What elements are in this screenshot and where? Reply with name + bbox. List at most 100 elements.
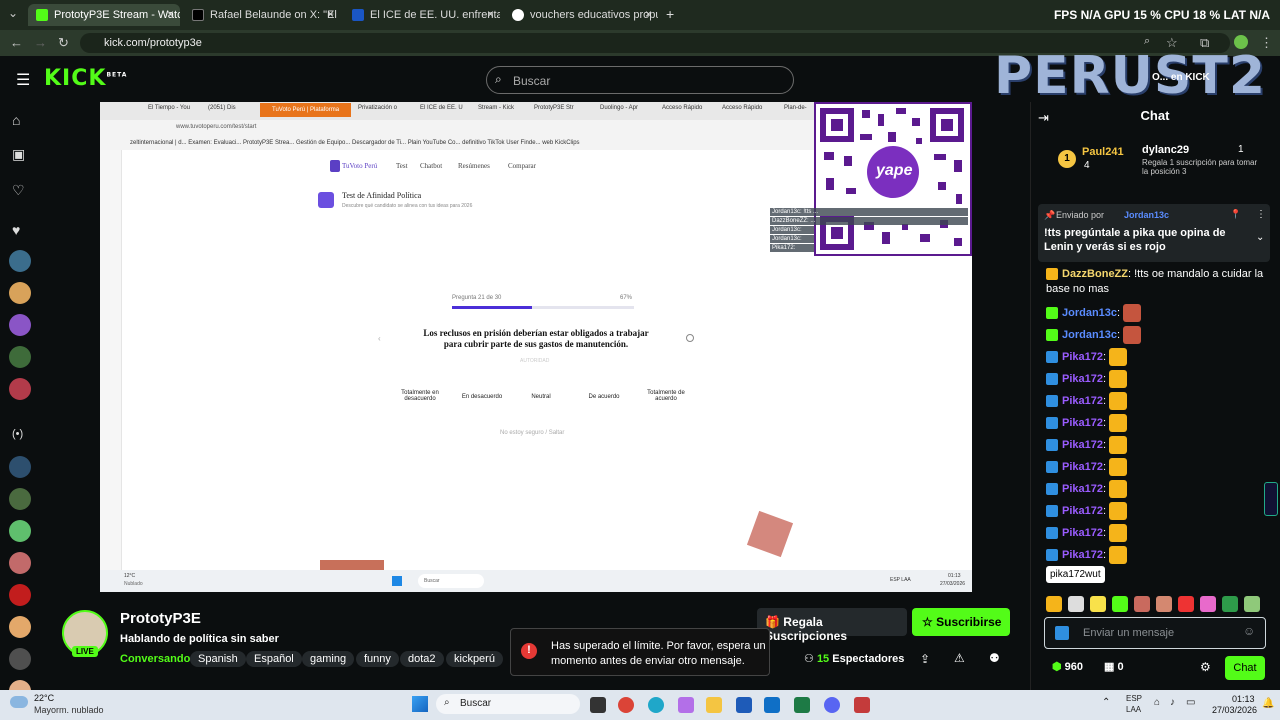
tray-lang[interactable]: ESP — [1126, 694, 1142, 703]
chat-emote-icon[interactable] — [1109, 524, 1128, 542]
clock-time[interactable]: 01:13 — [1232, 694, 1255, 704]
channel-avatar[interactable] — [9, 456, 31, 478]
option-agree[interactable]: De acuerdo — [576, 394, 632, 400]
emote-creature-icon[interactable] — [1244, 596, 1260, 612]
channel-avatar[interactable] — [9, 520, 31, 542]
discord-icon[interactable] — [824, 697, 840, 713]
tag-gaming[interactable]: gaming — [302, 651, 355, 667]
following-heart-icon[interactable]: ♡ — [12, 182, 25, 199]
chat-emote-icon[interactable] — [1123, 304, 1142, 322]
task-view-icon[interactable] — [590, 697, 606, 713]
chat-emote-icon[interactable] — [1109, 502, 1128, 520]
option-totally-agree[interactable]: Totalmente de acuerdo — [640, 390, 692, 402]
chrome-icon[interactable] — [618, 697, 634, 713]
gift-prompt[interactable]: Regala 1 suscripción para tomar la posic… — [1142, 158, 1262, 176]
channel-points[interactable]: ⬢ 960 — [1052, 660, 1083, 673]
emote-pika-icon[interactable] — [1090, 596, 1106, 612]
chat-username[interactable]: Pika172 — [1062, 483, 1103, 495]
pinned-menu-icon[interactable]: ⋮ — [1256, 209, 1266, 220]
store-icon[interactable] — [736, 697, 752, 713]
tab-kick[interactable]: PrototyP3E Stream - Watch Live × — [28, 4, 180, 26]
channel-avatar[interactable] — [9, 584, 31, 606]
emote-face-icon[interactable] — [1134, 596, 1150, 612]
chat-username[interactable]: Pika172 — [1062, 461, 1103, 473]
search-input[interactable]: ⌕ Buscar — [486, 66, 794, 94]
forward-icon[interactable]: → — [34, 35, 47, 50]
leader-name[interactable]: Paul241 — [1082, 146, 1124, 158]
chat-emote-icon[interactable] — [1123, 326, 1142, 344]
channel-avatar[interactable] — [9, 488, 31, 510]
close-tab-icon[interactable]: × — [645, 7, 652, 21]
chat-username[interactable]: Jordan13c — [1062, 329, 1117, 341]
chat-emote-icon[interactable] — [1109, 480, 1128, 498]
chat-username[interactable]: Pika172 — [1062, 351, 1103, 363]
chat-username[interactable]: Pika172 — [1062, 373, 1103, 385]
option-neutral[interactable]: Neutral — [516, 394, 566, 400]
tag-dota2[interactable]: dota2 — [400, 651, 444, 667]
tag-spanish[interactable]: Spanish — [190, 651, 246, 667]
report-icon[interactable]: ⚠ — [954, 651, 965, 665]
kick-emote-icon[interactable] — [1055, 626, 1069, 640]
chat-username[interactable]: Pika172 — [1062, 395, 1103, 407]
app-icon[interactable] — [854, 697, 870, 713]
windows-start-icon[interactable] — [412, 696, 428, 712]
reload-icon[interactable]: ↻ — [58, 35, 69, 51]
chat-emote-icon[interactable] — [1109, 348, 1128, 366]
option-totally-disagree[interactable]: Totalmente en desacuerdo — [392, 390, 448, 402]
chat-emote-icon[interactable] — [1109, 414, 1128, 432]
recommended-heart-icon[interactable]: ♥ — [12, 222, 20, 238]
tag-funny[interactable]: funny — [356, 651, 399, 667]
live-signal-icon[interactable]: (•) — [12, 428, 23, 440]
chat-username[interactable]: Pika172 — [1062, 505, 1103, 517]
follow-user-icon[interactable]: ⚉ — [989, 651, 1000, 665]
tray-chevron-icon[interactable]: ⌃ — [1102, 697, 1110, 708]
chat-emote-icon[interactable] — [1109, 370, 1128, 388]
channel-avatar[interactable] — [9, 282, 31, 304]
share-icon[interactable]: ⇪ — [920, 652, 930, 666]
chat-message-input[interactable]: Enviar un mensaje ☺ — [1044, 617, 1266, 649]
close-tab-icon[interactable]: × — [167, 7, 174, 21]
subscribe-button[interactable]: ☆ Suscribirse — [912, 608, 1010, 636]
channel-avatar[interactable] — [9, 346, 31, 368]
gift-count[interactable]: ▦ 0 — [1104, 660, 1124, 673]
send-chat-button[interactable]: Chat — [1225, 656, 1265, 680]
emote-sheet-icon[interactable] — [1222, 596, 1238, 612]
chat-username[interactable]: DazzBoneZZ — [1062, 268, 1128, 280]
unpin-icon[interactable]: 📍 — [1230, 209, 1241, 220]
tag-espanol[interactable]: Español — [246, 651, 302, 667]
file-explorer-icon[interactable] — [706, 697, 722, 713]
emote-face2-icon[interactable] — [1156, 596, 1172, 612]
chat-username[interactable]: Pika172 — [1062, 417, 1103, 429]
taskbar-search[interactable]: ⌕ Buscar — [436, 694, 580, 714]
chat-username[interactable]: Jordan13c — [1062, 307, 1117, 319]
copilot-icon[interactable] — [678, 697, 694, 713]
emote-ghost-icon[interactable] — [1068, 596, 1084, 612]
home-icon[interactable]: ⌂ — [12, 112, 20, 128]
network-icon[interactable]: ⌂ — [1154, 697, 1160, 708]
weather-temp[interactable]: 22°C — [34, 693, 54, 703]
emote-pink-icon[interactable] — [1200, 596, 1216, 612]
chat-emote-icon[interactable] — [1109, 436, 1128, 454]
channel-avatar[interactable] — [9, 552, 31, 574]
outlook-icon[interactable] — [764, 697, 780, 713]
channel-avatar[interactable] — [9, 314, 31, 336]
chat-emote-icon[interactable] — [1109, 546, 1128, 564]
tag-kickperu[interactable]: kickperú — [446, 651, 503, 667]
leader-name[interactable]: dylanc29 — [1142, 144, 1189, 156]
chat-emote-icon[interactable] — [1109, 458, 1128, 476]
chat-emote-icon[interactable] — [1109, 392, 1128, 410]
channel-avatar[interactable] — [9, 648, 31, 670]
prev-question-icon[interactable]: ‹ — [378, 334, 381, 343]
expand-pinned-icon[interactable]: ⌄ — [1256, 232, 1264, 243]
emote-green-icon[interactable] — [1112, 596, 1128, 612]
hamburger-menu-icon[interactable]: ☰ — [16, 70, 30, 90]
close-tab-icon[interactable]: × — [487, 7, 494, 21]
chat-username[interactable]: Pika172 — [1062, 439, 1103, 451]
kick-logo[interactable]: KICKBETA — [44, 66, 127, 91]
channel-avatar[interactable] — [9, 378, 31, 400]
pinned-user[interactable]: Jordan13c — [1124, 210, 1169, 220]
edge-icon[interactable] — [648, 697, 664, 713]
emoji-picker-icon[interactable]: ☺ — [1243, 624, 1255, 638]
browse-icon[interactable]: ▣ — [12, 146, 25, 163]
tab-ice[interactable]: El ICE de EE. UU. enfrentará jui × — [344, 4, 500, 26]
